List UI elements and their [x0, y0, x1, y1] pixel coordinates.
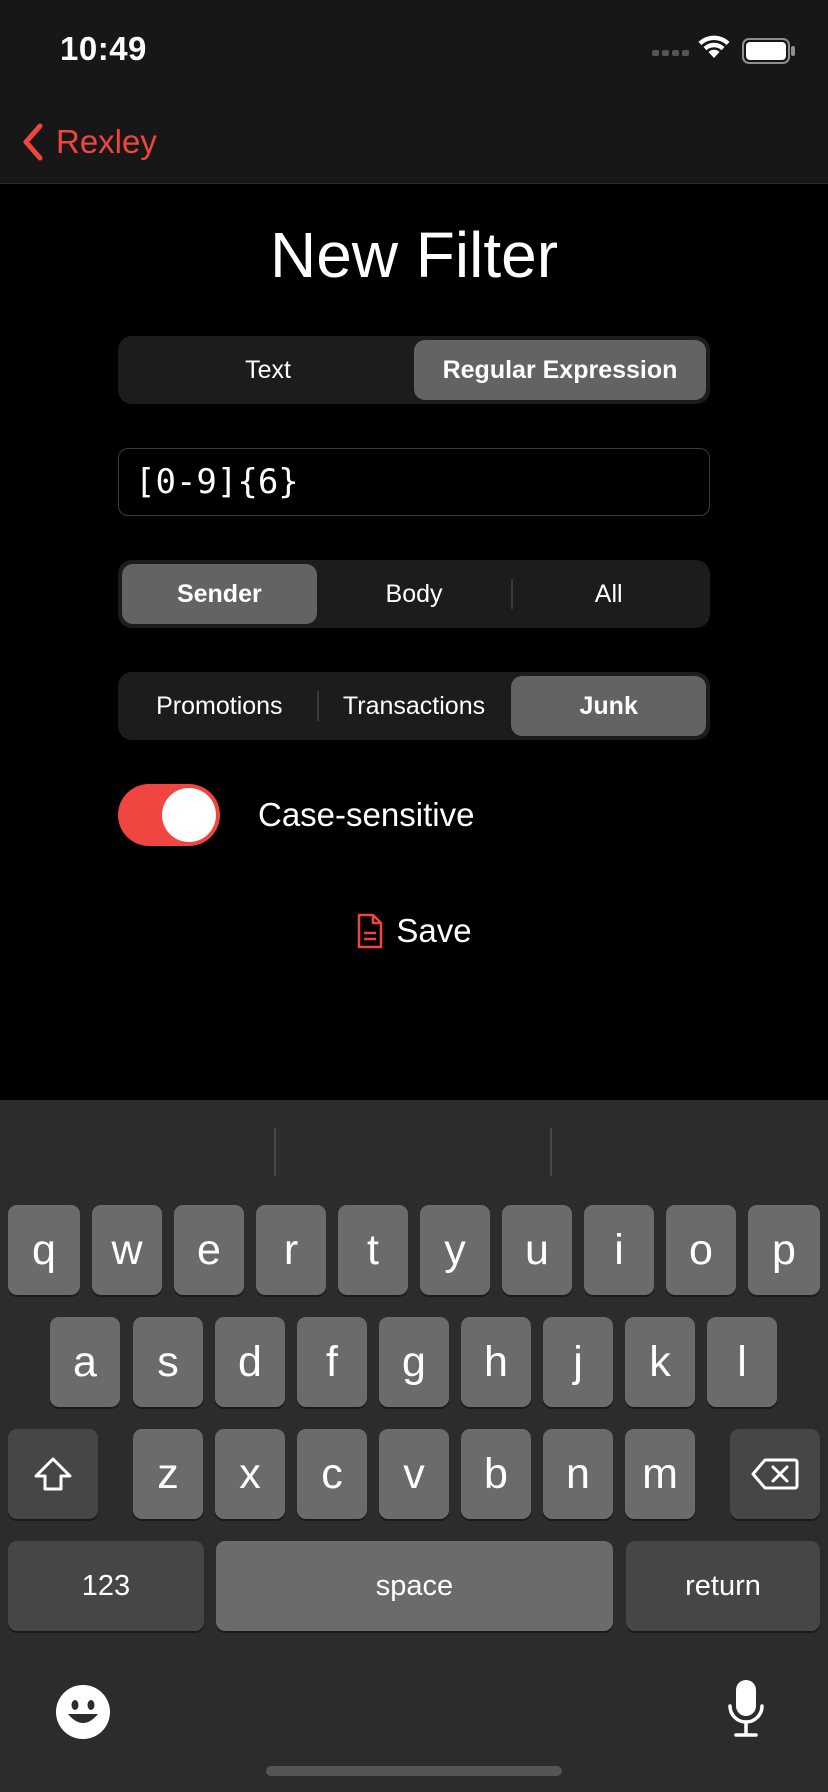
key-z[interactable]: z	[133, 1429, 203, 1519]
segment-regular-expression[interactable]: Regular Expression	[414, 340, 706, 400]
key-q[interactable]: q	[8, 1205, 80, 1295]
wifi-icon	[698, 35, 730, 58]
key-l[interactable]: l	[707, 1317, 777, 1407]
navigation-bar: Rexley	[0, 100, 828, 184]
save-button-label: Save	[396, 912, 472, 949]
key-r[interactable]: r	[256, 1205, 326, 1295]
key-k[interactable]: k	[625, 1317, 695, 1407]
key-u[interactable]: u	[502, 1205, 572, 1295]
return-key[interactable]: return	[626, 1541, 820, 1631]
category-segmented-control: Promotions Transactions Junk	[118, 672, 710, 740]
key-b[interactable]: b	[461, 1429, 531, 1519]
key-s[interactable]: s	[133, 1317, 203, 1407]
back-button-label: Rexley	[56, 123, 157, 160]
key-m[interactable]: m	[625, 1429, 695, 1519]
delete-key[interactable]	[730, 1429, 820, 1519]
chevron-left-icon	[23, 123, 43, 161]
save-button[interactable]: Save	[0, 906, 828, 956]
home-indicator	[266, 1766, 562, 1776]
key-e[interactable]: e	[174, 1205, 244, 1295]
key-y[interactable]: y	[420, 1205, 490, 1295]
numbers-key[interactable]: 123	[8, 1541, 204, 1631]
case-sensitive-toggle[interactable]	[118, 784, 220, 846]
suggestion-divider	[550, 1128, 552, 1176]
toggle-knob	[162, 788, 216, 842]
case-sensitive-row: Case-sensitive	[118, 784, 474, 846]
back-button[interactable]: Rexley	[22, 120, 157, 164]
microphone-icon[interactable]	[726, 1678, 766, 1740]
segment-transactions[interactable]: Transactions	[316, 676, 512, 736]
segment-junk[interactable]: Junk	[511, 676, 707, 736]
key-v[interactable]: v	[379, 1429, 449, 1519]
case-sensitive-label: Case-sensitive	[258, 796, 475, 833]
key-o[interactable]: o	[666, 1205, 736, 1295]
key-h[interactable]: h	[461, 1317, 531, 1407]
key-d[interactable]: d	[215, 1317, 285, 1407]
keyboard: q w e r t y u i o p a s d f g h j k l z …	[0, 1100, 828, 1792]
status-bar: 10:49	[0, 0, 828, 100]
key-f[interactable]: f	[297, 1317, 367, 1407]
cellular-signal-icon	[652, 50, 689, 56]
space-key[interactable]: space	[216, 1541, 613, 1631]
segment-text[interactable]: Text	[122, 340, 414, 400]
segment-all[interactable]: All	[511, 564, 706, 624]
battery-icon	[742, 38, 795, 64]
emoji-icon[interactable]	[55, 1684, 111, 1740]
filter-type-segmented-control: Text Regular Expression	[118, 336, 710, 404]
segment-sender[interactable]: Sender	[122, 564, 317, 624]
document-icon	[358, 913, 383, 949]
key-w[interactable]: w	[92, 1205, 162, 1295]
status-time: 10:49	[60, 30, 147, 67]
scope-segmented-control: Sender Body All	[118, 560, 710, 628]
suggestion-divider	[274, 1128, 276, 1176]
key-i[interactable]: i	[584, 1205, 654, 1295]
key-t[interactable]: t	[338, 1205, 408, 1295]
backspace-icon	[751, 1458, 799, 1490]
key-c[interactable]: c	[297, 1429, 367, 1519]
key-n[interactable]: n	[543, 1429, 613, 1519]
segment-body[interactable]: Body	[317, 564, 512, 624]
segment-promotions[interactable]: Promotions	[122, 676, 317, 736]
key-g[interactable]: g	[379, 1317, 449, 1407]
key-p[interactable]: p	[748, 1205, 820, 1295]
key-x[interactable]: x	[215, 1429, 285, 1519]
key-a[interactable]: a	[50, 1317, 120, 1407]
shift-icon	[34, 1457, 72, 1491]
shift-key[interactable]	[8, 1429, 98, 1519]
pattern-input[interactable]: [0-9]{6}	[118, 448, 710, 516]
key-j[interactable]: j	[543, 1317, 613, 1407]
page-title: New Filter	[269, 219, 559, 291]
